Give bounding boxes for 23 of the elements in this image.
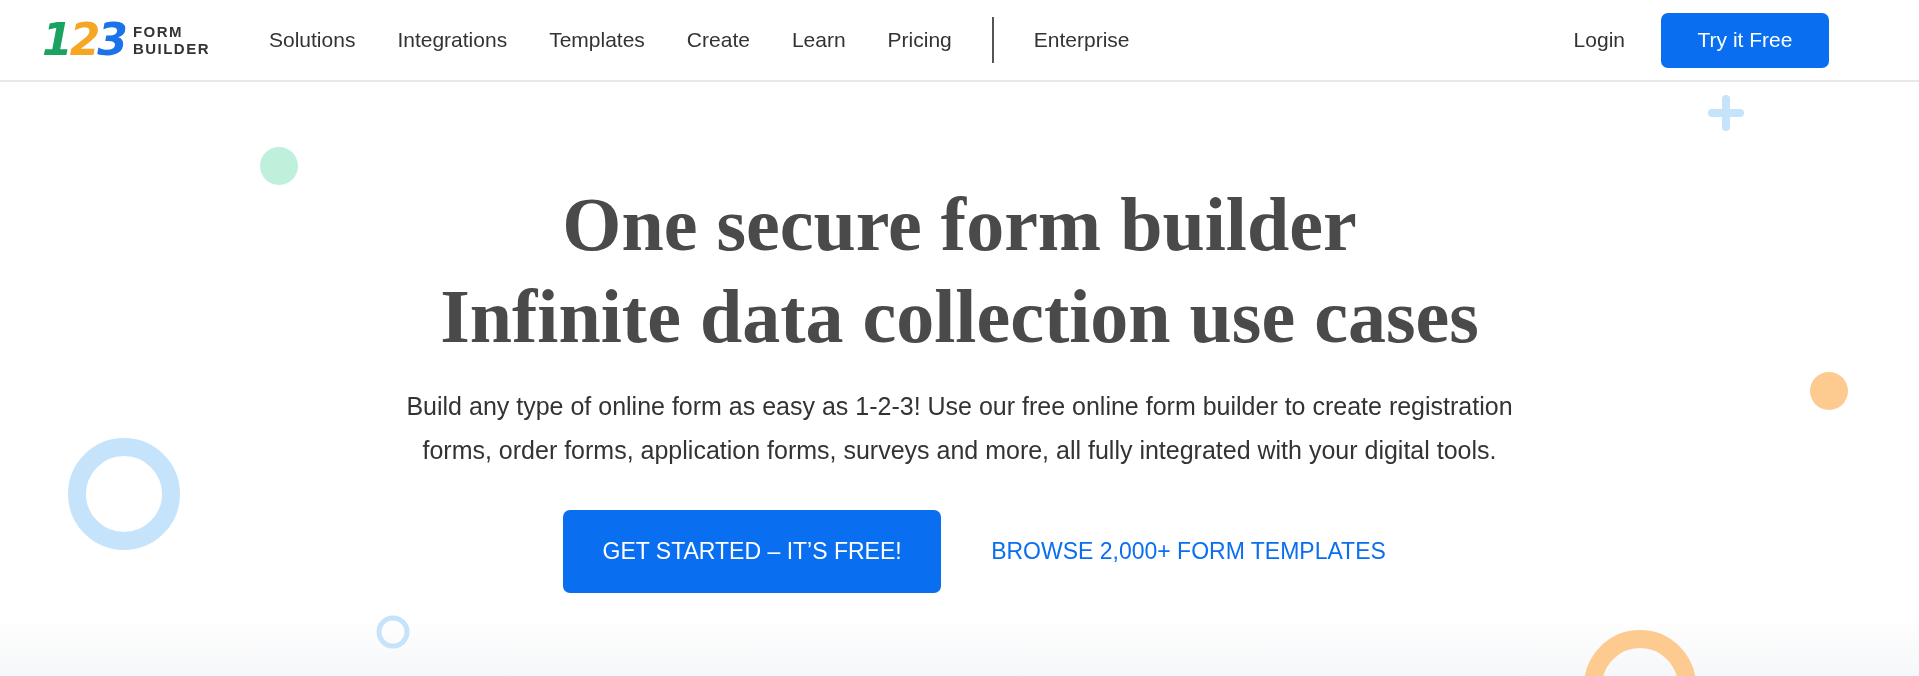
ring-icon <box>68 438 180 550</box>
logo-text: BUILDER <box>132 40 211 58</box>
ring-icon <box>376 615 410 649</box>
login-link[interactable]: Login <box>1573 28 1625 52</box>
nav-link[interactable]: Templates <box>549 28 645 52</box>
browse-templates-link[interactable]: BROWSE 2,000+ FORM TEMPLATES <box>991 538 1386 565</box>
get-started-button[interactable]: GET STARTED – IT’S FREE! <box>563 510 942 593</box>
headline: Infinite data collection use cases <box>440 273 1479 360</box>
try-free-button[interactable]: Try it Free <box>1661 12 1829 68</box>
nav-link[interactable]: Create <box>686 28 750 52</box>
plus-icon <box>1708 95 1744 131</box>
hero-description: Build any type of online form as easy as 1-2-3! Use our free online form builder to create registration forms, order forms, application forms, surveys and more, all fully integrated with your digital tools. <box>405 391 1514 466</box>
nav-link[interactable]: Integrations <box>397 28 508 52</box>
nav-link[interactable]: Enterprise <box>1033 28 1130 52</box>
headline: One secure form builder <box>562 181 1357 268</box>
nav-link[interactable]: Learn <box>791 28 846 52</box>
nav-link[interactable]: Pricing <box>887 28 952 52</box>
ring-icon <box>1584 630 1696 676</box>
logo-text: FORM <box>132 22 185 40</box>
logo-mark[interactable]: 123 <box>42 18 125 62</box>
dot-icon <box>260 147 298 185</box>
nav-link[interactable]: Solutions <box>269 28 356 52</box>
dot-icon <box>1810 372 1848 410</box>
